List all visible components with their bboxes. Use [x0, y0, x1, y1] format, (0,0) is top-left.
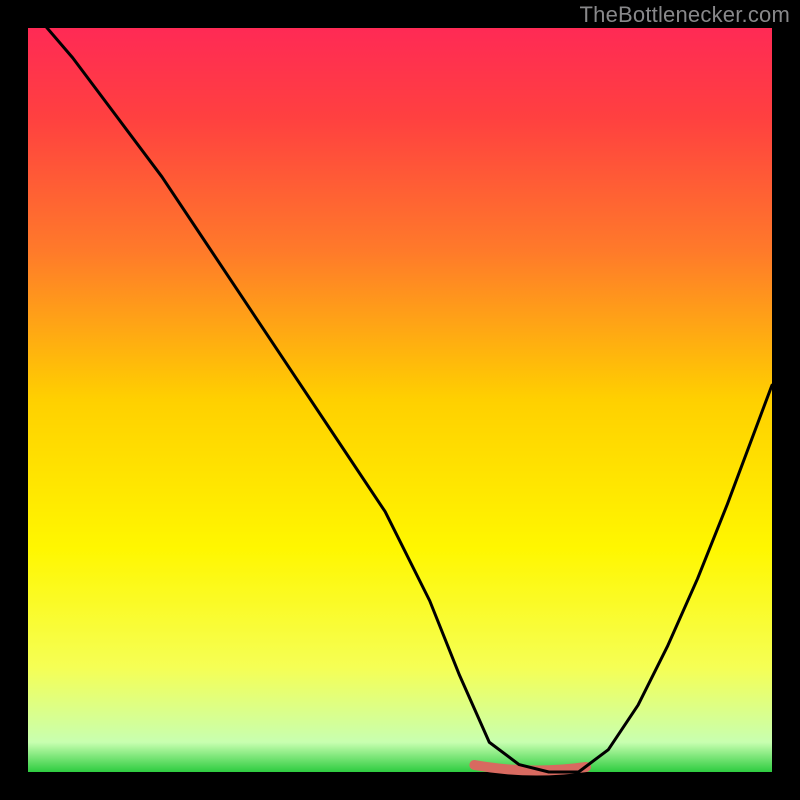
- attribution-text: TheBottlenecker.com: [580, 2, 790, 28]
- chart-container: { "attribution": "TheBottlenecker.com", …: [0, 0, 800, 800]
- chart-svg: [0, 0, 800, 800]
